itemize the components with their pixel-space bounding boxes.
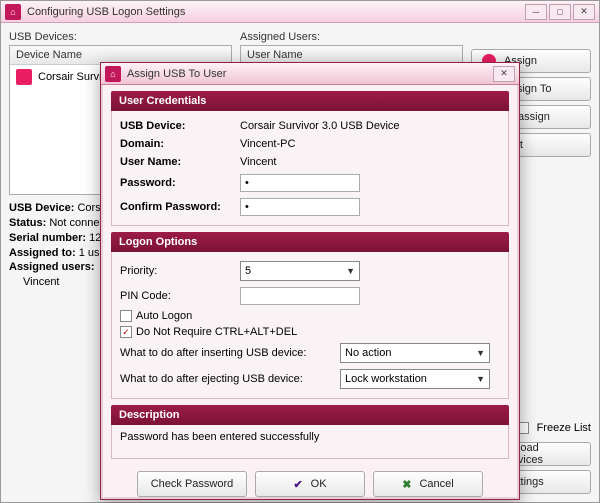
priority-label: Priority: (120, 265, 240, 277)
assign-usb-dialog: ⌂ Assign USB To User ✕ User Credentials … (100, 62, 520, 500)
dialog-body: User Credentials USB Device:Corsair Surv… (101, 85, 519, 499)
info-assigned-to-label: Assigned to: (9, 247, 76, 259)
user-credentials-group: User Credentials USB Device:Corsair Surv… (111, 91, 509, 226)
ok-label: OK (311, 478, 327, 490)
confirm-password-label: Confirm Password: (120, 201, 240, 213)
domain-value: Vincent-PC (240, 138, 500, 150)
maximize-button[interactable]: □ (549, 4, 571, 20)
close-button[interactable]: ✕ (573, 4, 595, 20)
dialog-titlebar: ⌂ Assign USB To User ✕ (101, 63, 519, 85)
dialog-app-icon: ⌂ (105, 66, 121, 82)
password-label: Password: (120, 177, 240, 189)
logon-options-group: Logon Options Priority:5▼ PIN Code: Auto… (111, 232, 509, 399)
check-password-label: Check Password (151, 478, 234, 490)
priority-select[interactable]: 5▼ (240, 261, 360, 281)
domain-label: Domain: (120, 138, 240, 150)
dialog-close-button[interactable]: ✕ (493, 66, 515, 82)
no-ctrl-alt-del-checkbox[interactable] (120, 326, 132, 338)
usb-devices-label: USB Devices: (9, 31, 232, 43)
info-device-label: USB Device: (9, 202, 74, 214)
username-label: User Name: (120, 156, 240, 168)
description-header: Description (111, 405, 509, 425)
info-serial-label: Serial number: (9, 232, 86, 244)
check-icon: ✔ (293, 478, 302, 491)
cancel-button[interactable]: ✖ Cancel (373, 471, 483, 497)
chevron-down-icon: ▼ (476, 374, 485, 384)
no-ctrl-alt-del-label: Do Not Require CTRL+ALT+DEL (136, 326, 297, 338)
chevron-down-icon: ▼ (476, 348, 485, 358)
password-input[interactable] (240, 174, 360, 192)
after-eject-label: What to do after ejecting USB device: (120, 373, 340, 385)
app-icon: ⌂ (5, 4, 21, 20)
pin-code-input[interactable] (240, 287, 360, 305)
after-insert-select[interactable]: No action ▼ (340, 343, 490, 363)
after-insert-label: What to do after inserting USB device: (120, 347, 340, 359)
description-group: Description Password has been entered su… (111, 405, 509, 459)
usb-device-label: USB Device: (120, 120, 240, 132)
pin-code-label: PIN Code: (120, 290, 240, 302)
dialog-button-row: Check Password ✔ OK ✖ Cancel (111, 465, 509, 497)
after-insert-value: No action (345, 347, 391, 359)
confirm-password-input[interactable] (240, 198, 360, 216)
freeze-list-label: Freeze List (537, 422, 591, 434)
after-eject-value: Lock workstation (345, 373, 427, 385)
info-assigned-users-label: Assigned users: (9, 261, 95, 273)
after-eject-select[interactable]: Lock workstation ▼ (340, 369, 490, 389)
main-titlebar: ⌂ Configuring USB Logon Settings ─ □ ✕ (1, 1, 599, 23)
cancel-label: Cancel (419, 478, 453, 490)
assigned-users-label: Assigned Users: (240, 31, 463, 43)
check-password-button[interactable]: Check Password (137, 471, 247, 497)
logon-options-header: Logon Options (111, 232, 509, 252)
info-status-label: Status: (9, 217, 46, 229)
cancel-icon: ✖ (402, 478, 411, 491)
priority-value: 5 (245, 265, 251, 277)
auto-logon-label: Auto Logon (136, 310, 192, 322)
ok-button[interactable]: ✔ OK (255, 471, 365, 497)
usb-device-icon (16, 69, 32, 85)
username-value: Vincent (240, 156, 500, 168)
minimize-button[interactable]: ─ (525, 4, 547, 20)
window-title: Configuring USB Logon Settings (27, 6, 523, 18)
description-text: Password has been entered successfully (120, 431, 500, 443)
dialog-title: Assign USB To User (127, 68, 491, 80)
chevron-down-icon: ▼ (346, 266, 355, 276)
usb-device-value: Corsair Survivor 3.0 USB Device (240, 120, 500, 132)
user-credentials-header: User Credentials (111, 91, 509, 111)
auto-logon-checkbox[interactable] (120, 310, 132, 322)
